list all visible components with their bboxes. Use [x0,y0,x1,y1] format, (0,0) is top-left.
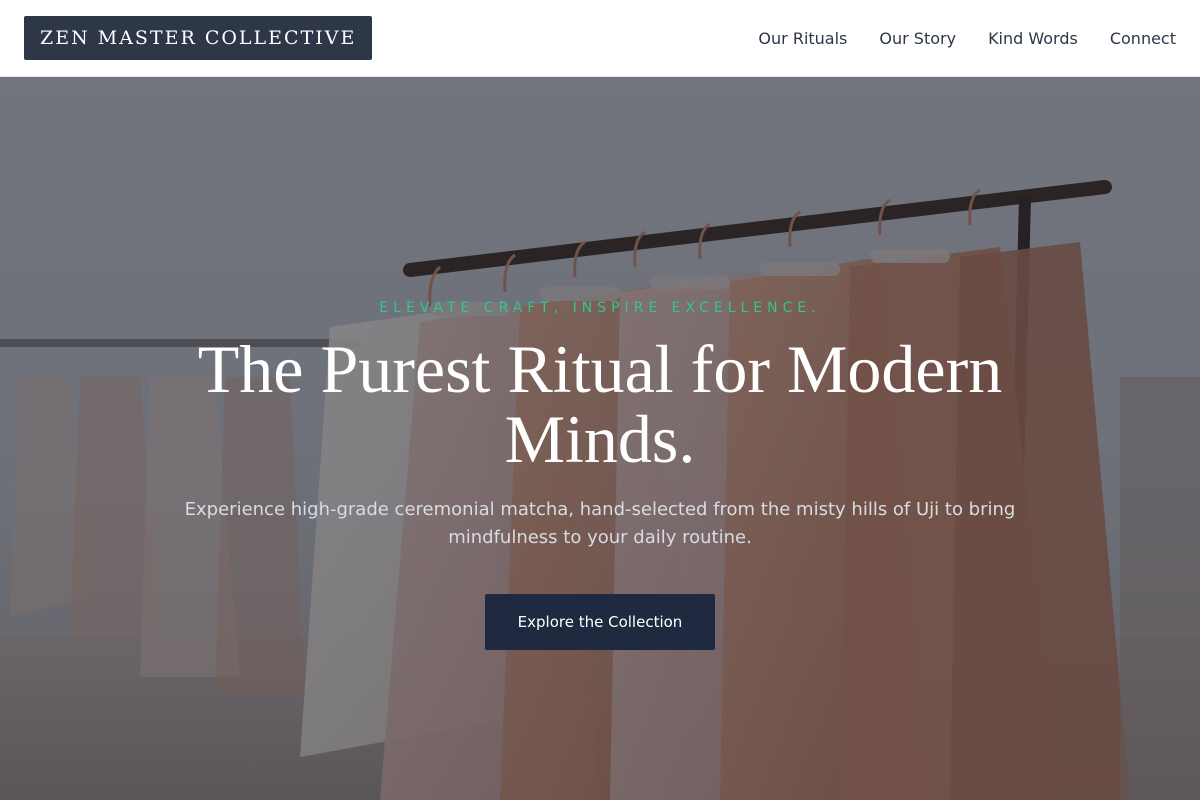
nav-link-our-story[interactable]: Our Story [879,29,956,48]
site-header: ZEN MASTER COLLECTIVE Our Rituals Our St… [0,0,1200,77]
logo[interactable]: ZEN MASTER COLLECTIVE [24,16,373,60]
hero-headline: The Purest Ritual for Modern Minds. [197,331,1003,477]
hero-section: ELEVATE CRAFT, INSPIRE EXCELLENCE. The P… [0,77,1200,800]
nav-link-kind-words[interactable]: Kind Words [988,29,1078,48]
hero-content: ELEVATE CRAFT, INSPIRE EXCELLENCE. The P… [0,77,1200,800]
nav-link-our-rituals[interactable]: Our Rituals [758,29,847,48]
hero-eyebrow: ELEVATE CRAFT, INSPIRE EXCELLENCE. [379,300,821,316]
nav-link-connect[interactable]: Connect [1110,29,1176,48]
main-nav: Our Rituals Our Story Kind Words Connect [758,29,1176,48]
hero-subtext: Experience high-grade ceremonial matcha,… [184,499,1016,548]
explore-collection-button[interactable]: Explore the Collection [485,594,715,650]
